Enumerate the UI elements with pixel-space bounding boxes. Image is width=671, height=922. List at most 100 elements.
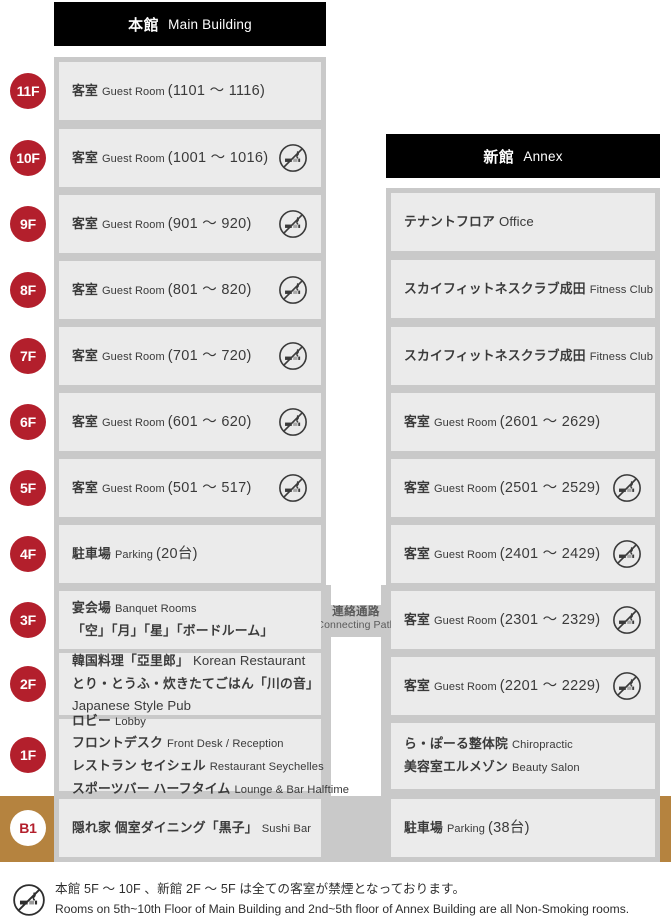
floor-text-en: Beauty Salon	[511, 762, 580, 774]
floor-text-ja: スポーツバー ハーフタイム	[72, 780, 231, 796]
floor-room-range: (1001 〜 1016)	[167, 149, 269, 166]
floor-cell-annex-7f[interactable]: スカイフィットネスクラブ成田 Fitness Club	[391, 327, 655, 385]
floor-cell-main-4f[interactable]: 駐車場 Parking (20台)	[59, 525, 321, 583]
floor-cell-text: 客室 Guest Room (701 〜 720)	[59, 345, 292, 368]
floor-text-line: ロビー Lobby	[72, 710, 349, 733]
floor-cell-text: スカイフィットネスクラブ成田 Fitness Club	[391, 278, 671, 301]
annex-building-header: 新館 Annex	[386, 134, 660, 178]
floor-cell-annex-9f[interactable]: テナントフロア Office	[391, 193, 655, 251]
floor-text-line: 「空」「月」「星」「ボードルーム」	[72, 620, 273, 643]
floor-cell-annex-8f[interactable]: スカイフィットネスクラブ成田 Fitness Club	[391, 260, 655, 318]
floor-text-ja: 客室	[72, 149, 98, 165]
floor-cell-text: 韓国料理「亞里郎」 Korean Restaurant とり・とうふ・炊きたてごはん…	[59, 650, 359, 718]
floor-text-ja: ロビー	[72, 712, 111, 728]
floor-text-en: Parking	[115, 548, 153, 561]
floor-badge-b1: B1	[10, 810, 46, 846]
annex-building-name-ja: 新館	[483, 148, 515, 166]
main-building-header: 本館 Main Building	[54, 2, 326, 46]
floor-text-en: Banquet Rooms	[115, 603, 197, 616]
floor-text-en: Guest Room	[102, 152, 165, 165]
floor-text-ja: とり・とうふ・炊きたてごはん「川の音」	[72, 675, 319, 691]
no-smoking-icon	[12, 883, 46, 917]
floor-text-line: 客室 Guest Room (2201 〜 2229)	[404, 675, 600, 698]
floor-text-line: スカイフィットネスクラブ成田 Fitness Club	[404, 345, 653, 368]
floor-room-range: (2401 〜 2429)	[499, 545, 601, 562]
floor-cell-annex-b1[interactable]: 駐車場 Parking (38台)	[391, 799, 655, 857]
floor-text-ja: テナントフロア	[404, 213, 495, 229]
floor-room-range: (2201 〜 2229)	[499, 677, 601, 694]
floor-cell-text: 客室 Guest Room (601 〜 620)	[59, 411, 292, 434]
floor-text-ja: 客室	[404, 677, 430, 693]
floor-text-ja: 韓国料理「亞里郎」	[72, 652, 189, 668]
floor-text-en: Front Desk / Reception	[166, 738, 284, 751]
floor-text-line: 客室 Guest Room (901 〜 920)	[72, 213, 252, 236]
floor-text-line: 客室 Guest Room (701 〜 720)	[72, 345, 252, 368]
floor-text-line: 客室 Guest Room (2601 〜 2629)	[404, 411, 600, 434]
floor-room-range: (501 〜 517)	[167, 479, 252, 496]
floor-text-en: Chiropractic	[511, 739, 573, 752]
floor-cell-main-1f[interactable]: ロビー Lobby フロントデスク Front Desk / Reception レスト…	[59, 713, 349, 796]
floor-room-range: (20台)	[156, 545, 198, 562]
floor-text-en: Sushi Bar	[261, 822, 312, 835]
floor-text-line: 客室 Guest Room (1001 〜 1016)	[72, 147, 268, 170]
floor-cell-main-2f[interactable]: 韓国料理「亞里郎」 Korean Restaurant とり・とうふ・炊きたてごはん…	[59, 653, 321, 715]
floor-cell-text: テナントフロア Office	[391, 211, 574, 234]
floor-text-line: 客室 Guest Room (501 〜 517)	[72, 477, 252, 500]
floor-room-range: (38台)	[488, 819, 530, 836]
floor-text-ja: 客室	[72, 413, 98, 429]
floor-cell-text: 客室 Guest Room (1101 〜 1116)	[59, 80, 305, 103]
floor-text-ja: 客室	[72, 281, 98, 297]
connecting-path-upper-gap	[331, 560, 381, 605]
floor-room-range: (601 〜 620)	[167, 413, 252, 430]
floor-cell-text: 客室 Guest Room (1001 〜 1016)	[59, 147, 308, 170]
floor-text-en: Guest Room	[102, 416, 165, 429]
floor-badge-8f: 8F	[10, 272, 46, 308]
floor-cell-annex-1f[interactable]: ら・ぽーる整体院 Chiropractic 美容室エルメゾン Beauty Salon	[391, 723, 655, 789]
floor-text-ja: 「空」「月」「星」「ボードルーム」	[72, 623, 274, 638]
floor-cell-main-b1[interactable]: 隠れ家 個室ダイニング「黒子」 Sushi Bar	[59, 799, 321, 857]
floor-cell-text: 駐車場 Parking (20台)	[59, 543, 238, 566]
floor-text-line: 宴会場 Banquet Rooms	[72, 597, 273, 620]
floor-room-range: (1101 〜 1116)	[167, 82, 266, 99]
floor-text-en: Lounge & Bar Halftime	[234, 783, 350, 796]
floor-text-en: Guest Room	[102, 85, 165, 98]
floor-badge-7f: 7F	[10, 338, 46, 374]
floor-cell-main-11f[interactable]: 客室 Guest Room (1101 〜 1116)	[59, 62, 321, 120]
floor-text-line: 客室 Guest Room (2501 〜 2529)	[404, 477, 600, 500]
floor-text-ja: フロントデスク	[72, 735, 163, 751]
floor-text-ja: 客室	[404, 611, 430, 627]
floor-text-line: ら・ぽーる整体院 Chiropractic	[404, 733, 580, 756]
floor-text-line: 韓国料理「亞里郎」 Korean Restaurant	[72, 650, 319, 673]
floor-text-en: Guest Room	[102, 284, 165, 297]
floor-text-ja: 駐車場	[72, 545, 111, 561]
floor-guide: 連絡通路 Connecting Path 本館 Main Building 新館…	[0, 0, 671, 922]
floor-cell-text: 客室 Guest Room (2501 〜 2529)	[391, 477, 640, 500]
floor-text-en: Guest Room	[434, 680, 497, 693]
floor-cell-text: 客室 Guest Room (2601 〜 2629)	[391, 411, 640, 434]
floor-text-line: スポーツバー ハーフタイム Lounge & Bar Halftime	[72, 778, 349, 801]
floor-badge-5f: 5F	[10, 470, 46, 506]
no-smoking-icon	[278, 473, 308, 503]
floor-text-en: Guest Room	[434, 548, 497, 561]
no-smoking-icon	[278, 341, 308, 371]
floor-text-line: 駐車場 Parking (20台)	[72, 543, 198, 566]
floor-room-range: (2601 〜 2629)	[499, 413, 601, 430]
floor-room-range: (2301 〜 2329)	[499, 611, 601, 628]
floor-text-line: テナントフロア Office	[404, 211, 534, 234]
floor-text-en: Restaurant Seychelles	[209, 761, 324, 773]
floor-text-ja: 駐車場	[404, 819, 443, 835]
floor-text-ja: レストラン セイシェル	[72, 758, 206, 773]
floor-badge-10f: 10F	[10, 140, 46, 176]
no-smoking-icon	[278, 209, 308, 239]
floor-text-en: Fitness Club	[589, 350, 654, 363]
floor-text-line: 客室 Guest Room (2301 〜 2329)	[404, 609, 600, 632]
floor-cell-text: 隠れ家 個室ダイニング「黒子」 Sushi Bar	[59, 817, 351, 840]
floor-cell-annex-6f[interactable]: 客室 Guest Room (2601 〜 2629)	[391, 393, 655, 451]
floor-badge-2f: 2F	[10, 666, 46, 702]
floor-cell-main-3f[interactable]: 宴会場 Banquet Rooms 「空」「月」「星」「ボードルーム」	[59, 591, 321, 649]
floor-text-line: 客室 Guest Room (601 〜 620)	[72, 411, 252, 434]
floor-badge-6f: 6F	[10, 404, 46, 440]
floor-cell-text: スカイフィットネスクラブ成田 Fitness Club	[391, 345, 671, 368]
floor-badge-4f: 4F	[10, 536, 46, 572]
floor-text-en: Korean Restaurant	[192, 652, 306, 668]
